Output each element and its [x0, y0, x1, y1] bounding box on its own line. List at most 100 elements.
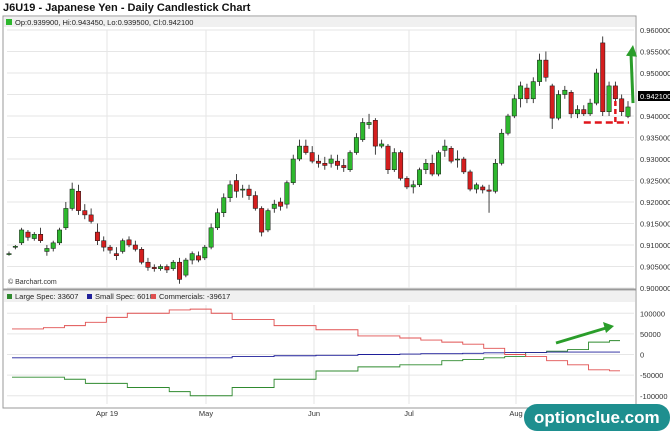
candle-body: [467, 171, 473, 190]
candle-body: [271, 203, 277, 209]
candle-body: [164, 266, 170, 271]
candle-body: [221, 197, 227, 213]
price-y-axis: 0.9600000.9550000.9500000.9450000.940000…: [640, 26, 670, 293]
candle-body: [63, 208, 69, 229]
candle-body: [556, 94, 561, 119]
cot-y-tick: -100000: [640, 392, 668, 401]
candle-body: [600, 42, 606, 112]
candle-body: [132, 244, 138, 250]
candle-body: [562, 89, 568, 95]
candle-body: [379, 143, 385, 147]
cot-y-tick: 100000: [640, 309, 665, 318]
cot-legend-label: Commercials: -39617: [159, 292, 230, 301]
cot-legend-swatch: [87, 294, 92, 299]
price-y-tick: 0.950000: [640, 69, 670, 78]
price-y-tick: 0.915000: [640, 220, 670, 229]
candle-body: [587, 102, 593, 115]
chart-title: J6U19 - Japanese Yen - Daily Candlestick…: [3, 2, 251, 14]
cot-y-axis: 100000 50000 0 -50000 -100000: [640, 309, 668, 401]
candle-body: [38, 234, 44, 241]
price-y-tick: 0.940000: [640, 112, 670, 121]
candle-body: [69, 188, 75, 209]
candle-body: [297, 145, 303, 160]
candle-body: [568, 92, 574, 115]
candle-body: [524, 87, 530, 100]
cot-legend-label: Small Spec: 6010: [95, 292, 154, 301]
cot-legend-label: Large Spec: 33607: [15, 292, 78, 301]
x-tick: Apr 19: [96, 409, 118, 418]
candle-body: [473, 184, 479, 190]
candle-body: [31, 234, 37, 239]
candle-body: [398, 152, 404, 179]
candle-body: [436, 152, 441, 175]
price-y-tick: 0.905000: [640, 263, 670, 272]
candle-body: [530, 81, 536, 100]
candle-body: [151, 267, 157, 269]
candle-body: [341, 165, 347, 168]
candle-body: [461, 158, 467, 173]
candle-body: [423, 163, 429, 171]
candle-body: [360, 122, 366, 140]
cot-legend-swatch: [7, 294, 12, 299]
watermark-text: optionclue.com: [534, 408, 660, 427]
ohlc-readout: Op:0.939900, Hi:0.943450, Lo:0.939500, C…: [15, 18, 193, 27]
candle-body: [252, 195, 258, 209]
candle-body: [227, 184, 233, 198]
candle-body: [619, 98, 625, 112]
candle-body: [265, 210, 271, 231]
candle-body: [120, 240, 126, 252]
candle-body: [606, 85, 612, 112]
candle-body: [196, 255, 201, 261]
candle-body: [246, 188, 252, 196]
price-y-tick: 0.925000: [640, 177, 670, 186]
candle-body: [25, 231, 31, 238]
candle-body: [505, 115, 511, 134]
last-price-marker: 0.942100: [638, 91, 670, 101]
candle-body: [214, 212, 220, 229]
candle-body: [543, 59, 549, 78]
x-tick: Jul: [404, 409, 414, 418]
candle-body: [612, 85, 618, 100]
candle-body: [57, 229, 62, 244]
candle-body: [448, 148, 454, 162]
candle-body: [278, 201, 284, 207]
candle-body: [170, 261, 176, 269]
cot-y-tick: 0: [640, 351, 644, 360]
candle-body: [290, 158, 296, 183]
chart: J6U19 - Japanese Yen - Daily Candlestick…: [2, 2, 670, 431]
x-axis: Apr 19 May Jun Jul Aug: [96, 409, 523, 418]
cot-y-tick: -50000: [640, 371, 663, 380]
candle-body: [353, 137, 359, 153]
candle-body: [126, 239, 132, 246]
candle-body: [44, 248, 50, 252]
candle-body: [366, 122, 372, 125]
candle-body: [309, 152, 315, 162]
candle-body: [625, 106, 631, 117]
candle-body: [334, 160, 340, 166]
candle-body: [12, 246, 18, 248]
candle-body: [575, 109, 580, 115]
candle-body: [442, 145, 448, 151]
candle-body: [208, 227, 214, 248]
x-tick: Jun: [308, 409, 320, 418]
candle-body: [410, 184, 416, 188]
price-y-tick: 0.900000: [640, 284, 670, 293]
candle-body: [19, 229, 25, 244]
candle-body: [303, 145, 309, 153]
barchart-credit: © Barchart.com: [8, 278, 57, 286]
candle-body: [50, 242, 56, 249]
candle-body: [233, 180, 239, 192]
cot-legend-swatch: [151, 294, 156, 299]
candle-body: [284, 182, 290, 205]
candle-body: [240, 188, 246, 191]
candle-body: [76, 191, 81, 211]
candle-body: [139, 249, 145, 263]
candle-body: [259, 208, 265, 233]
candle-body: [328, 158, 334, 164]
candle-body: [183, 259, 189, 276]
candle-body: [202, 246, 208, 259]
candle-body: [480, 186, 486, 191]
price-panel: [2, 15, 637, 290]
candle-body: [499, 132, 505, 164]
candle-body: [511, 98, 517, 117]
